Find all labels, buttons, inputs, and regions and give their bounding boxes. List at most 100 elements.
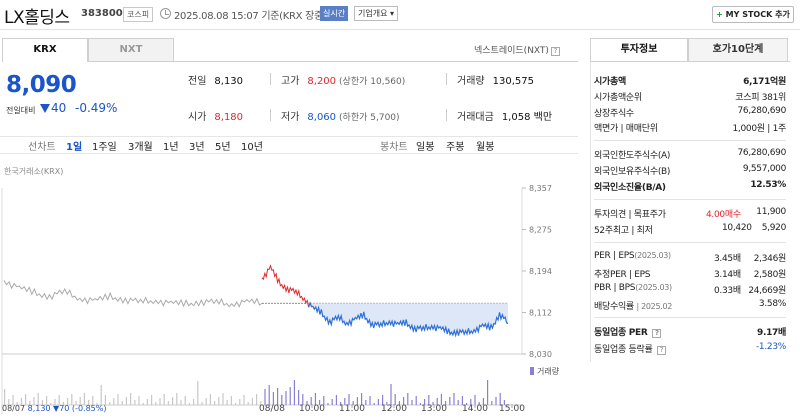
stat-value: 1,058 백만 (501, 112, 553, 123)
pbr-label: PBR | BPS(2025.03) (594, 283, 672, 293)
volume-legend-label: 거래량 (537, 366, 560, 376)
period-1y[interactable]: 1년 (163, 138, 179, 153)
stat-high: 고가 8,200 (상한가 10,560) (281, 72, 405, 87)
prev-day-summary: 08/07 8,130 ▼70 (-0.85%) (2, 404, 106, 413)
divider (446, 109, 447, 121)
candle-monthly[interactable]: 월봉 (476, 138, 494, 153)
volume-bar (491, 401, 493, 405)
company-info-dropdown[interactable]: 기업개요 ▾ (354, 6, 398, 21)
divider (270, 73, 271, 85)
per-value: 3.45배 (714, 254, 741, 264)
market-badge: 코스피 (123, 7, 154, 22)
candle-weekly[interactable]: 주봉 (446, 138, 464, 153)
period-1d[interactable]: 1일 (66, 138, 82, 153)
volume-bar (130, 393, 132, 405)
divider (270, 109, 271, 121)
nxt-link-label: 넥스트레이드(NXT) (474, 46, 549, 56)
volume-bar (268, 385, 270, 405)
volume-bar (365, 400, 367, 405)
volume-bar (243, 395, 245, 405)
sector-change-label-text: 동일업종 등락률 (594, 345, 653, 355)
volume-bar (373, 403, 375, 405)
tab-divider (590, 61, 790, 62)
stat-value: 8,060 (307, 112, 337, 123)
volume-bar (159, 398, 161, 405)
period-3y[interactable]: 3년 (189, 138, 205, 153)
tab-krx[interactable]: KRX (2, 38, 88, 62)
volume-bar (172, 397, 174, 405)
add-mystock-button[interactable]: + MY STOCK 추가 (712, 6, 794, 23)
div-date: | 2025.02 (636, 302, 673, 311)
stat-label: 저가 (281, 112, 300, 123)
tab-nxt[interactable]: NXT (88, 38, 174, 62)
volume-bar (285, 391, 287, 405)
sector-per-label[interactable]: 동일업종 PER ? (594, 325, 662, 338)
sector-change-label[interactable]: 동일업종 등락률 ? (594, 342, 666, 355)
stat-label: 전일 (188, 76, 207, 87)
volume-bar (277, 388, 279, 405)
volume-bar (415, 396, 417, 405)
change-value: 40 (51, 101, 67, 115)
change-label: 전일대비 (6, 106, 36, 115)
volume-bar (298, 390, 300, 405)
volume-bar (230, 396, 232, 405)
volume-bar (155, 402, 157, 405)
stock-code: 383800 (81, 8, 123, 19)
volume-legend-swatch (530, 367, 534, 375)
volume-bar (163, 394, 165, 405)
period-10y[interactable]: 10년 (241, 138, 263, 153)
period-3m[interactable]: 3개월 (128, 138, 153, 153)
realtime-badge[interactable]: 실시간 (320, 6, 349, 21)
candle-daily[interactable]: 일봉 (416, 138, 434, 153)
period-1w[interactable]: 1주일 (92, 138, 117, 153)
rank-label: 시가총액순위 (594, 93, 642, 103)
div-label: 배당수익률 | 2025.02 (594, 299, 672, 312)
x-tick-label: 08/08 (259, 404, 285, 414)
pbr-value: 0.33배 (714, 286, 741, 296)
y-tick-label: 8,030 (529, 350, 552, 359)
prev-day-change: 8,130 ▼70 (-0.85%) (28, 404, 107, 413)
volume-bar (109, 402, 111, 405)
divider (594, 317, 786, 318)
nxt-link[interactable]: 넥스트레이드(NXT)? (474, 43, 560, 56)
divider (594, 199, 786, 200)
volume-bar (113, 398, 115, 405)
target-price: 11,900 (756, 207, 786, 217)
volume-bar (218, 397, 220, 405)
tab-order-book[interactable]: 호가10단계 (688, 38, 788, 62)
upper-limit: (상한가 10,560) (339, 77, 406, 87)
per-label: PER | EPS(2025.03) (594, 251, 671, 261)
volume-bar (4, 389, 6, 405)
volume-bar (205, 398, 207, 405)
pbr-date: (2025.03) (635, 283, 672, 292)
help-icon[interactable]: ? (652, 329, 662, 338)
rank-value: 코스피 381위 (735, 93, 786, 103)
volume-bar (247, 402, 249, 405)
volume-bar (176, 393, 178, 405)
market-cap-label: 시가총액 (594, 77, 626, 87)
volume-bar (369, 396, 371, 405)
candle-chart-label: 봉차트 (380, 142, 408, 153)
sector-per-value: 9.17배 (757, 328, 786, 338)
tab-invest-info[interactable]: 투자정보 (590, 38, 688, 62)
w52-low: 5,920 (761, 223, 787, 233)
stat-label: 거래대금 (457, 112, 494, 123)
period-5y[interactable]: 5년 (215, 138, 231, 153)
help-icon[interactable]: ? (656, 346, 666, 355)
price-chart[interactable]: 8,3578,2758,1948,1128,030거래량08/08 10:00 11… (0, 160, 580, 419)
foreign-ratio-value: 12.53% (750, 180, 786, 190)
volume-bar (201, 402, 203, 405)
volume-bar (331, 399, 333, 405)
y-tick-label: 8,194 (529, 267, 552, 276)
tab-divider (174, 61, 578, 62)
foreign-limit-label: 외국인한도주식수(A) (594, 151, 671, 161)
current-price: 8,090 (6, 72, 77, 98)
y-tick-label: 8,112 (529, 309, 552, 318)
est-per-value: 3.14배 (714, 270, 741, 280)
volume-bar (193, 399, 195, 405)
div-label-text: 배당수익률 (594, 302, 634, 312)
help-icon[interactable]: ? (550, 47, 560, 56)
stat-value: 8,200 (307, 76, 337, 87)
stat-value: 8,180 (214, 112, 244, 123)
divider (594, 140, 786, 141)
